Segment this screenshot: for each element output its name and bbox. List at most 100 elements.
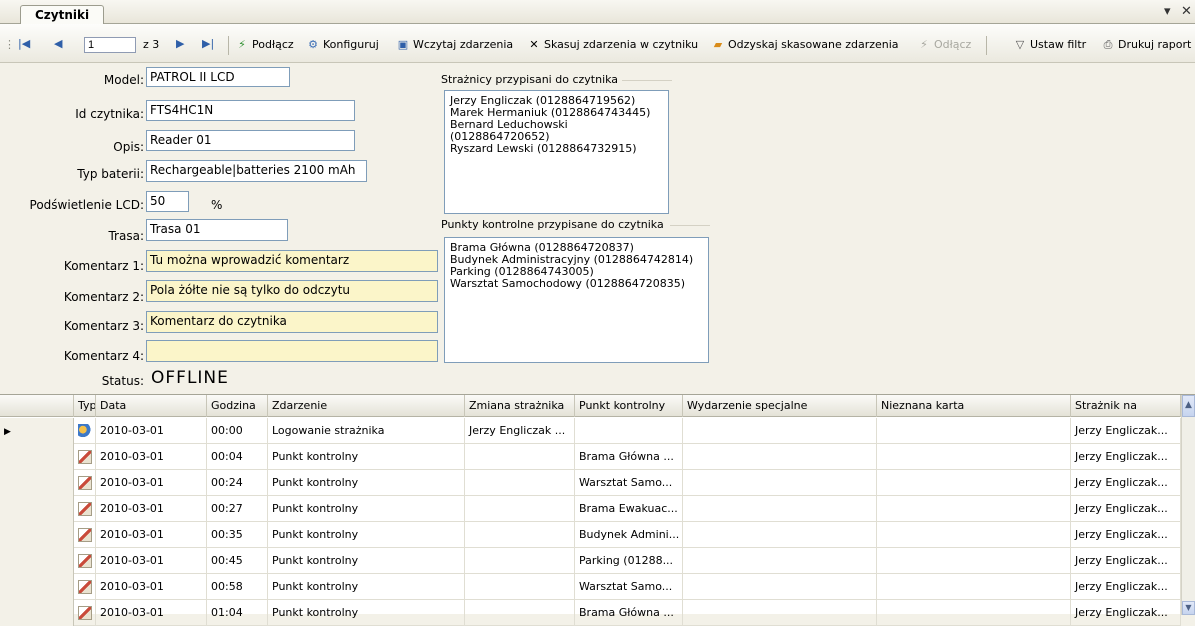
cell-guard[interactable]: Jerzy Engliczak... (1071, 600, 1181, 626)
cell-type[interactable] (74, 574, 96, 600)
route-field[interactable]: Trasa 01 (146, 219, 288, 241)
column-header-time[interactable]: Godzina (207, 395, 268, 417)
cell-guard-change[interactable]: Jerzy Engliczak ... (465, 418, 575, 444)
last-page-icon[interactable]: ▶| (202, 37, 214, 50)
guards-list[interactable]: Jerzy Engliczak (0128864719562) Marek He… (444, 90, 669, 214)
page-input[interactable] (84, 37, 136, 53)
dropdown-arrow-icon[interactable]: ▾ (1164, 4, 1171, 19)
list-item[interactable]: Ryszard Lewski (0128864732915) (450, 143, 663, 155)
cell-checkpoint[interactable]: Brama Główna ... (575, 444, 683, 470)
cell-event[interactable]: Punkt kontrolny (268, 496, 465, 522)
cell-special-event[interactable] (683, 600, 877, 626)
disconnect-button[interactable]: ⚡ Odłącz (917, 38, 971, 52)
cell-guard[interactable]: Jerzy Engliczak... (1071, 522, 1181, 548)
lcd-backlight-field[interactable]: 50 (146, 191, 189, 212)
cell-special-event[interactable] (683, 496, 877, 522)
table-row[interactable]: ▶ 2010-03-01 00:00 Logowanie strażnika Jerzy… (0, 418, 1181, 444)
cell-special-event[interactable] (683, 522, 877, 548)
set-filter-button[interactable]: ▽ Ustaw filtr (1013, 38, 1086, 52)
cell-guard-change[interactable] (465, 470, 575, 496)
table-row[interactable]: 2010-03-01 01:04 Punkt kontrolny Brama Głów… (0, 600, 1181, 626)
cell-guard[interactable]: Jerzy Engliczak... (1071, 470, 1181, 496)
cell-unknown-card[interactable] (877, 418, 1071, 444)
cell-date[interactable]: 2010-03-01 (96, 418, 207, 444)
row-selector[interactable]: ▶ (0, 418, 74, 444)
cell-date[interactable]: 2010-03-01 (96, 600, 207, 626)
cell-date[interactable]: 2010-03-01 (96, 496, 207, 522)
cell-time[interactable]: 00:24 (207, 470, 268, 496)
table-row[interactable]: 2010-03-01 00:58 Punkt kontrolny Warsztat S… (0, 574, 1181, 600)
cell-time[interactable]: 00:35 (207, 522, 268, 548)
close-icon[interactable]: ✕ (1181, 4, 1192, 19)
cell-unknown-card[interactable] (877, 470, 1071, 496)
cell-checkpoint[interactable]: Budynek Admini... (575, 522, 683, 548)
cell-time[interactable]: 00:00 (207, 418, 268, 444)
cell-event[interactable]: Punkt kontrolny (268, 548, 465, 574)
cell-guard[interactable]: Jerzy Engliczak... (1071, 574, 1181, 600)
cell-type[interactable] (74, 548, 96, 574)
column-header-guard[interactable]: Strażnik na (1071, 395, 1181, 417)
cell-unknown-card[interactable] (877, 548, 1071, 574)
cell-type[interactable] (74, 600, 96, 626)
cell-type[interactable] (74, 418, 96, 444)
row-selector[interactable] (0, 470, 74, 496)
cell-type[interactable] (74, 522, 96, 548)
cell-guard[interactable]: Jerzy Engliczak... (1071, 418, 1181, 444)
cell-guard[interactable]: Jerzy Engliczak... (1071, 496, 1181, 522)
cell-special-event[interactable] (683, 470, 877, 496)
comment3-field[interactable]: Komentarz do czytnika (146, 311, 438, 333)
first-page-icon[interactable]: |◀ (18, 37, 30, 50)
cell-guard-change[interactable] (465, 444, 575, 470)
cell-date[interactable]: 2010-03-01 (96, 548, 207, 574)
cell-special-event[interactable] (683, 548, 877, 574)
cell-event[interactable]: Punkt kontrolny (268, 470, 465, 496)
cell-event[interactable]: Punkt kontrolny (268, 522, 465, 548)
cell-guard[interactable]: Jerzy Engliczak... (1071, 548, 1181, 574)
row-selector[interactable] (0, 574, 74, 600)
cell-special-event[interactable] (683, 418, 877, 444)
description-field[interactable]: Reader 01 (146, 130, 355, 151)
column-header-special-event[interactable]: Wydarzenie specjalne (683, 395, 877, 417)
row-selector[interactable] (0, 444, 74, 470)
cell-unknown-card[interactable] (877, 600, 1071, 626)
column-header-checkpoint[interactable]: Punkt kontrolny (575, 395, 683, 417)
cell-guard-change[interactable] (465, 548, 575, 574)
cell-guard-change[interactable] (465, 600, 575, 626)
cell-event[interactable]: Punkt kontrolny (268, 574, 465, 600)
cell-time[interactable]: 00:58 (207, 574, 268, 600)
cell-event[interactable]: Logowanie strażnika (268, 418, 465, 444)
connect-button[interactable]: ⚡ Podłącz (235, 38, 294, 52)
table-row[interactable]: 2010-03-01 00:27 Punkt kontrolny Brama Ewak… (0, 496, 1181, 522)
tab-czytniki[interactable]: Czytniki (20, 5, 104, 25)
cell-event[interactable]: Punkt kontrolny (268, 600, 465, 626)
cell-date[interactable]: 2010-03-01 (96, 470, 207, 496)
battery-type-field[interactable]: Rechargeable|batteries 2100 mAh (146, 160, 367, 182)
next-page-icon[interactable]: ▶ (176, 37, 184, 50)
cell-special-event[interactable] (683, 444, 877, 470)
row-selector[interactable] (0, 600, 74, 626)
cell-time[interactable]: 00:27 (207, 496, 268, 522)
model-field[interactable]: PATROL II LCD (146, 67, 290, 87)
prev-page-icon[interactable]: ◀ (54, 37, 62, 50)
cell-time[interactable]: 00:45 (207, 548, 268, 574)
cell-event[interactable]: Punkt kontrolny (268, 444, 465, 470)
recover-events-button[interactable]: ▰ Odzyskaj skasowane zdarzenia (711, 38, 899, 52)
scroll-up-icon[interactable]: ▲ (1182, 395, 1195, 417)
cell-checkpoint[interactable]: Warsztat Samo... (575, 470, 683, 496)
comment2-field[interactable]: Pola żółte nie są tylko do odczytu (146, 280, 438, 302)
list-item[interactable]: Warsztat Samochodowy (0128864720835) (450, 278, 703, 290)
column-header-guard-change[interactable]: Zmiana strażnika (465, 395, 575, 417)
comment1-field[interactable]: Tu można wprowadzić komentarz (146, 250, 438, 272)
cell-unknown-card[interactable] (877, 444, 1071, 470)
table-row[interactable]: 2010-03-01 00:45 Punkt kontrolny Parking (0… (0, 548, 1181, 574)
cell-checkpoint[interactable] (575, 418, 683, 444)
cell-guard[interactable]: Jerzy Engliczak... (1071, 444, 1181, 470)
cell-time[interactable]: 00:04 (207, 444, 268, 470)
row-selector[interactable] (0, 496, 74, 522)
cell-type[interactable] (74, 470, 96, 496)
load-events-button[interactable]: ▣ Wczytaj zdarzenia (396, 38, 513, 52)
list-item[interactable]: Bernard Leduchowski (0128864720652) (450, 119, 663, 143)
cell-guard-change[interactable] (465, 522, 575, 548)
vertical-scrollbar[interactable]: ▲ ▼ (1181, 395, 1195, 615)
cell-date[interactable]: 2010-03-01 (96, 522, 207, 548)
